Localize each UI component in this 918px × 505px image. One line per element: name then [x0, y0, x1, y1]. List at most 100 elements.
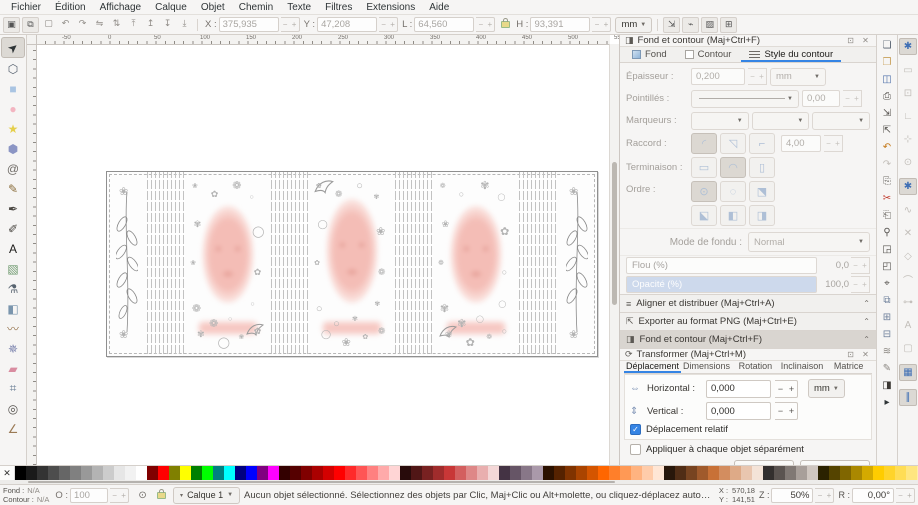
snap-intersections-toggle[interactable]: ✕	[900, 226, 916, 241]
pen-tool[interactable]: ✐	[2, 219, 24, 238]
color-swatch[interactable]	[235, 466, 246, 480]
x-input[interactable]: 375,935	[219, 17, 279, 32]
panel-iconify-button[interactable]: ⊡	[845, 350, 856, 359]
color-swatch[interactable]	[466, 466, 477, 480]
deselect-button[interactable]: ▢	[41, 17, 56, 31]
color-swatch[interactable]	[906, 466, 917, 480]
color-swatch[interactable]	[279, 466, 290, 480]
color-swatch[interactable]	[807, 466, 818, 480]
zoom-button[interactable]: ⚲	[879, 225, 895, 240]
join-round-button[interactable]: ◜	[691, 133, 717, 154]
dropper-tool[interactable]: ⚗	[2, 279, 24, 298]
rotation-input[interactable]: 0,00°	[852, 488, 894, 503]
color-swatch[interactable]	[851, 466, 862, 480]
width-spinner[interactable]: −+	[476, 17, 495, 32]
color-swatch[interactable]	[202, 466, 213, 480]
color-swatch[interactable]	[895, 466, 906, 480]
color-swatch[interactable]	[444, 466, 455, 480]
color-swatch[interactable]	[763, 466, 774, 480]
menu-texte[interactable]: Texte	[280, 2, 318, 13]
clear-button[interactable]: Effacer	[734, 460, 794, 465]
color-swatch[interactable]	[554, 466, 565, 480]
color-swatch[interactable]	[499, 466, 510, 480]
color-swatch[interactable]	[180, 466, 191, 480]
ellipse-tool[interactable]: ●	[2, 99, 24, 118]
order-6-button[interactable]: ◨	[749, 205, 775, 226]
relative-move-checkbox-row[interactable]: ✓ Déplacement relatif	[630, 424, 866, 435]
gradient-tool[interactable]: ▧	[2, 259, 24, 278]
horizontal-input[interactable]: 0,000	[706, 380, 771, 398]
color-swatch[interactable]	[631, 466, 642, 480]
color-swatch[interactable]	[191, 466, 202, 480]
new-document-button[interactable]: ❏	[879, 38, 895, 53]
order-5-button[interactable]: ◧	[720, 205, 746, 226]
tab-deplacement[interactable]: Déplacement	[624, 361, 681, 373]
paste-button[interactable]: ⎗	[879, 208, 895, 223]
color-swatch[interactable]	[103, 466, 114, 480]
color-swatch[interactable]	[158, 466, 169, 480]
connector-tool[interactable]: ⌗	[2, 379, 24, 398]
affect-gradient-toggle[interactable]: ▨	[701, 17, 718, 33]
fill-stroke-indicator[interactable]: Fond :N/A Contour :N/A	[3, 486, 49, 504]
menu-calque[interactable]: Calque	[148, 2, 194, 13]
transform-panel-title[interactable]: ⟳ Transformer (Maj+Ctrl+M) ⊡ ✕	[620, 348, 876, 361]
text-tool[interactable]: A	[2, 239, 24, 258]
color-swatch[interactable]	[642, 466, 653, 480]
tweak-tool[interactable]: 〰	[2, 319, 24, 338]
menu-extensions[interactable]: Extensions	[359, 2, 422, 13]
dash-offset-spinner[interactable]: −+	[843, 90, 862, 107]
node-tool[interactable]: ⬡	[2, 59, 24, 78]
height-spinner[interactable]: −+	[592, 17, 611, 32]
color-swatch[interactable]	[587, 466, 598, 480]
copy-button[interactable]: ⎘	[879, 174, 895, 189]
menu-edition[interactable]: Édition	[48, 2, 93, 13]
color-swatch[interactable]	[367, 466, 378, 480]
color-swatch[interactable]	[422, 466, 433, 480]
color-swatch[interactable]	[26, 466, 37, 480]
tab-style-du-contour[interactable]: Style du contour	[741, 49, 841, 62]
color-swatch[interactable]	[48, 466, 59, 480]
tab-dimensions[interactable]: Dimensions	[681, 361, 732, 373]
color-swatch[interactable]	[411, 466, 422, 480]
color-swatch[interactable]	[323, 466, 334, 480]
duplicate-button[interactable]: ⧉	[879, 293, 895, 308]
dock-header-fill-stroke[interactable]: ◨Fond et contour (Maj+Ctrl+F)⌃	[620, 330, 876, 348]
layer-dropdown[interactable]: ▾Calque 1▼	[173, 487, 240, 504]
miter-limit-spinner[interactable]: −+	[824, 135, 843, 152]
order-2-button[interactable]: ◌	[720, 181, 746, 202]
opacity-slider[interactable]: Opacité (%)	[626, 276, 817, 293]
snap-nodes-toggle[interactable]: ✱	[899, 178, 917, 195]
unit-dropdown[interactable]: mm▼	[615, 17, 652, 33]
color-swatch[interactable]	[455, 466, 466, 480]
y-input[interactable]: 47,208	[317, 17, 377, 32]
color-swatch[interactable]	[125, 466, 136, 480]
color-swatch[interactable]	[708, 466, 719, 480]
color-swatch[interactable]	[136, 466, 147, 480]
x-spinner[interactable]: −+	[281, 17, 300, 32]
print-button[interactable]: ⎙	[879, 89, 895, 104]
color-swatch[interactable]	[873, 466, 884, 480]
affect-stroke-toggle[interactable]: ⇲	[663, 17, 680, 33]
color-swatch[interactable]	[312, 466, 323, 480]
color-swatch[interactable]	[268, 466, 279, 480]
rotate-cw-button[interactable]: ↷	[75, 17, 90, 31]
color-swatch[interactable]	[224, 466, 235, 480]
vertical-input[interactable]: 0,000	[706, 402, 771, 420]
color-swatch[interactable]	[697, 466, 708, 480]
apply-button[interactable]: Appliquer	[800, 460, 870, 465]
marker-start-dropdown[interactable]: ▼	[691, 112, 749, 130]
lower-button[interactable]: ↧	[160, 17, 175, 31]
color-swatch[interactable]	[609, 466, 620, 480]
snap-guides-toggle[interactable]: ∥	[899, 389, 917, 406]
stroke-width-spinner[interactable]: −+	[748, 68, 767, 85]
stroke-width-input[interactable]: 0,200	[691, 68, 745, 85]
order-3-button[interactable]: ⬔	[749, 181, 775, 202]
transform-unit-dropdown[interactable]: mm▼	[808, 379, 845, 398]
color-swatch[interactable]	[400, 466, 411, 480]
snap-midpoints-toggle[interactable]: ⊶	[900, 295, 916, 310]
snap-page-border-toggle[interactable]: ▢	[900, 341, 916, 356]
opacity-spinner[interactable]: −+	[110, 488, 129, 503]
tab-contour[interactable]: Contour	[677, 49, 740, 62]
rectangle-tool[interactable]: ■	[2, 79, 24, 98]
color-swatch[interactable]	[686, 466, 697, 480]
